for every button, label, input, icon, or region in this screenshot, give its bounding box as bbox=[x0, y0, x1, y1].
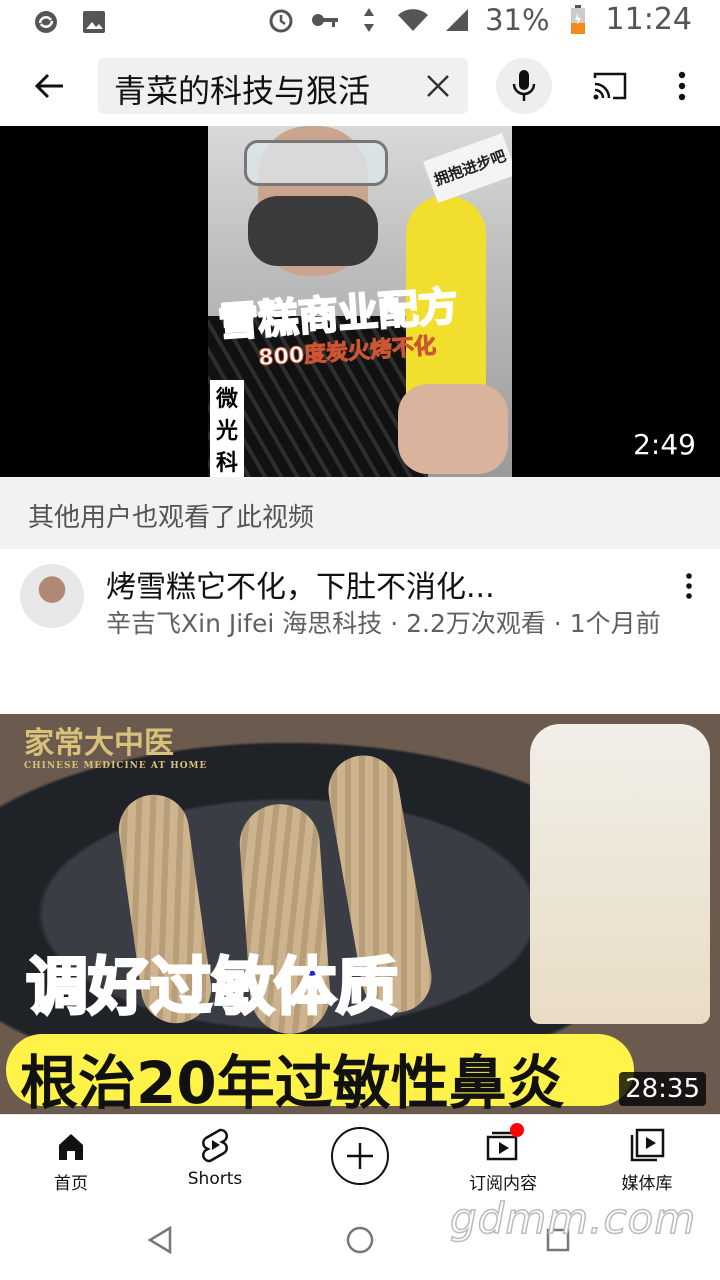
library-icon bbox=[630, 1128, 665, 1162]
cast-button[interactable] bbox=[584, 60, 636, 112]
thumbnail-tag: 拥抱进步吧 bbox=[423, 132, 512, 204]
bottom-navigation: 首页 Shorts 订阅内容 媒体库 bbox=[0, 1114, 720, 1201]
notification-dot bbox=[510, 1123, 524, 1137]
alarm-icon bbox=[265, 4, 297, 36]
nav-shorts[interactable]: Shorts bbox=[160, 1121, 270, 1197]
clock: 11:24 bbox=[605, 2, 692, 37]
more-options-button[interactable] bbox=[664, 60, 700, 112]
status-bar: 31% 11:24 bbox=[0, 0, 720, 44]
video-duration: 28:35 bbox=[619, 1072, 706, 1106]
add-icon bbox=[331, 1127, 389, 1185]
nav-home[interactable]: 首页 bbox=[16, 1121, 126, 1197]
thumbnail-banner: 根治20年过敏性鼻炎 bbox=[6, 1034, 634, 1114]
home-icon bbox=[59, 1134, 83, 1160]
item-more-button[interactable] bbox=[674, 566, 704, 606]
nav-library[interactable]: 媒体库 bbox=[592, 1121, 702, 1197]
circle-home-icon bbox=[346, 1226, 374, 1254]
sync-icon bbox=[30, 6, 62, 38]
triangle-back-icon bbox=[147, 1225, 172, 1255]
image-icon bbox=[78, 6, 110, 38]
cast-icon bbox=[593, 72, 627, 100]
system-back-button[interactable] bbox=[140, 1220, 180, 1260]
watermark: gdmm.com bbox=[449, 1193, 697, 1244]
related-video-title[interactable]: 烤雪糕它不化，下肚不消化... bbox=[106, 562, 646, 606]
battery-charging-icon bbox=[562, 4, 594, 36]
close-icon bbox=[427, 75, 449, 97]
thumbnail-subtitle: 根治20年过敏性鼻炎 bbox=[20, 1049, 565, 1114]
search-header: 青菜的科技与狠活 bbox=[0, 46, 720, 124]
video-thumbnail-2[interactable]: 家常大中医 CHINESE MEDICINE AT HOME 调好过敏体质 根治… bbox=[0, 714, 720, 1114]
video-duration: 2:49 bbox=[633, 428, 696, 461]
more-vertical-icon bbox=[686, 573, 692, 599]
microphone-icon bbox=[512, 70, 536, 101]
system-home-button[interactable] bbox=[340, 1220, 380, 1260]
arrow-left-icon bbox=[34, 73, 63, 99]
nav-create[interactable] bbox=[305, 1121, 415, 1197]
clear-search-button[interactable] bbox=[420, 68, 456, 104]
thumbnail-side-text: 微光科技 bbox=[210, 380, 244, 477]
video-thumbnail: 拥抱进步吧 雪糕商业配方 800度炭火烤不化 微光科技 bbox=[208, 126, 512, 477]
channel-avatar[interactable] bbox=[20, 564, 84, 628]
wifi-icon bbox=[397, 4, 429, 36]
related-section-header: 其他用户也观看了此视频 bbox=[0, 477, 720, 549]
back-button[interactable] bbox=[22, 58, 78, 114]
signal-icon bbox=[441, 4, 473, 36]
channel-logo: 家常大中医 CHINESE MEDICINE AT HOME bbox=[24, 726, 208, 772]
section-title: 其他用户也观看了此视频 bbox=[28, 503, 315, 533]
key-icon bbox=[309, 4, 341, 36]
thumbnail-title: 调好过敏体质 bbox=[24, 949, 399, 1025]
search-input[interactable]: 青菜的科技与狠活 bbox=[98, 58, 468, 114]
battery-percent: 31% bbox=[485, 2, 550, 37]
more-vertical-icon bbox=[678, 71, 686, 101]
nav-subscriptions[interactable]: 订阅内容 bbox=[448, 1121, 558, 1197]
search-query: 青菜的科技与狠活 bbox=[114, 72, 371, 110]
related-video-meta: 辛吉飞Xin Jifei 海思科技 · 2.2万次观看 · 1个月前 bbox=[106, 609, 661, 638]
related-video-item[interactable]: 烤雪糕它不化，下肚不消化... 辛吉飞Xin Jifei 海思科技 · 2.2万… bbox=[0, 550, 720, 710]
shorts-icon bbox=[202, 1128, 228, 1163]
voice-search-button[interactable] bbox=[496, 58, 552, 114]
video-player[interactable]: 拥抱进步吧 雪糕商业配方 800度炭火烤不化 微光科技 2:49 bbox=[0, 126, 720, 477]
data-arrows-icon bbox=[353, 4, 385, 36]
